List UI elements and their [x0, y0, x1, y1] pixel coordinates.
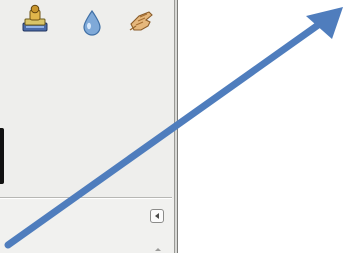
- stamp-icon[interactable]: [20, 4, 50, 34]
- image-preview-edge: [0, 128, 4, 184]
- smudge-icon[interactable]: [126, 6, 156, 36]
- dock-panel: [0, 199, 174, 253]
- toolbox-panel: [0, 0, 174, 253]
- ink-drop-icon[interactable]: [77, 8, 107, 38]
- scroll-up-icon[interactable]: [152, 240, 164, 252]
- collapse-left-icon[interactable]: [150, 209, 164, 223]
- tool-icons-row: [0, 0, 174, 44]
- screen: [0, 0, 346, 253]
- image-canvas[interactable]: [178, 0, 346, 253]
